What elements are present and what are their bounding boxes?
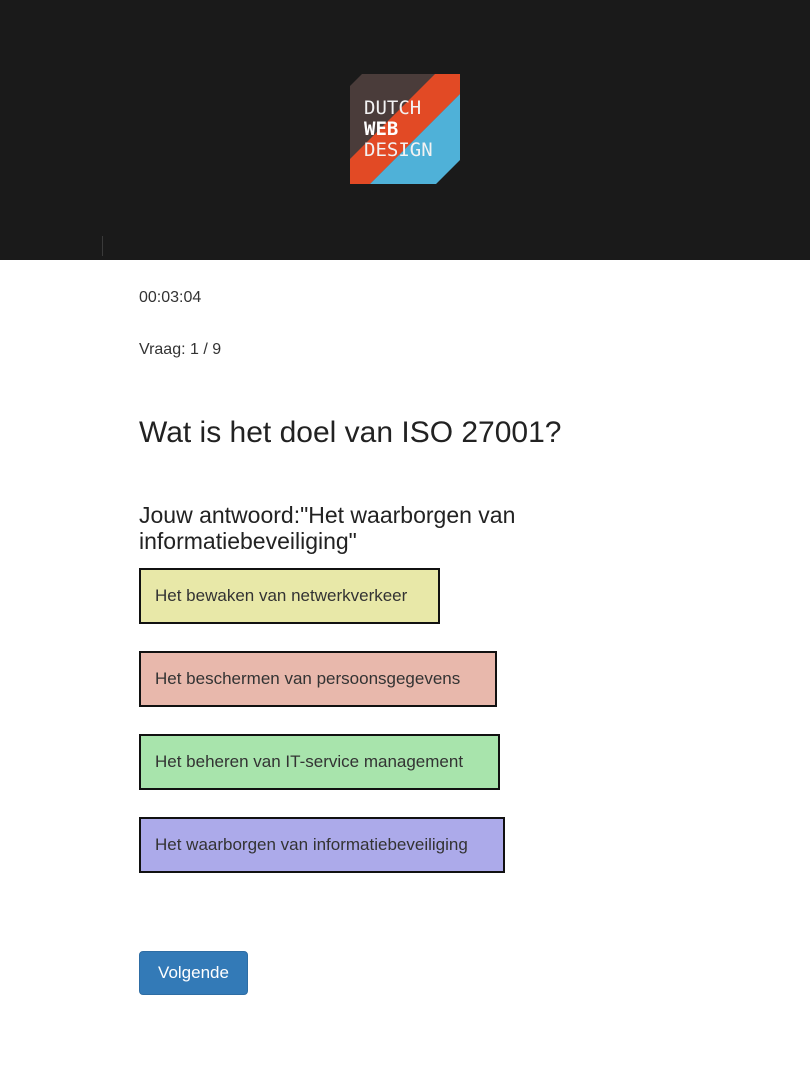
logo-line-design: DESIGN [364, 139, 433, 161]
quiz-timer: 00:03:04 [139, 289, 202, 306]
site-header: DUTCH WEB DESIGN [0, 0, 810, 260]
answer-option-4[interactable]: Het waarborgen van informatiebeveiliging [139, 817, 505, 873]
question-title: Wat is het doel van ISO 27001? [139, 416, 562, 449]
next-button[interactable]: Volgende [139, 951, 248, 995]
question-progress: Vraag: 1 / 9 [139, 341, 222, 358]
logo-line-dutch: DUTCH [364, 97, 422, 119]
your-answer-text: Jouw antwoord:"Het waarborgen van inform… [139, 502, 516, 554]
answer-option-1[interactable]: Het bewaken van netwerkverkeer [139, 568, 440, 624]
header-divider [102, 236, 103, 256]
logo-line-web: WEB [364, 118, 399, 140]
answer-option-2[interactable]: Het beschermen van persoonsgegevens [139, 651, 497, 707]
answer-option-3[interactable]: Het beheren van IT-service management [139, 734, 500, 790]
dutch-web-design-logo[interactable]: DUTCH WEB DESIGN [350, 74, 460, 184]
logo-wordmark: DUTCH WEB DESIGN [350, 74, 460, 184]
